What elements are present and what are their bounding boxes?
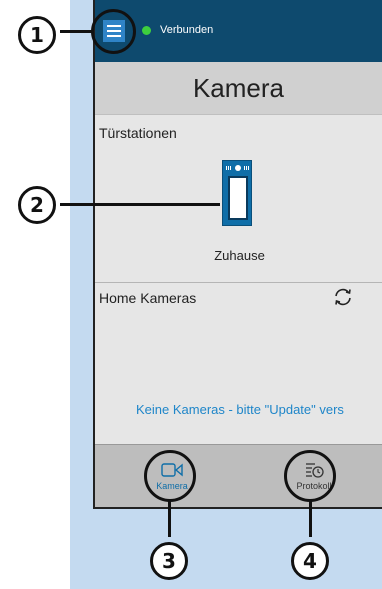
callout-4-line: [309, 501, 312, 537]
door-station-label[interactable]: Zuhause: [95, 248, 382, 263]
page-title: Kamera: [192, 72, 285, 103]
door-station-icon[interactable]: [222, 160, 252, 226]
callout-1: 1: [18, 16, 56, 54]
callout-3: 3: [150, 542, 188, 580]
home-cameras-heading: Home Kameras: [99, 290, 197, 306]
app-screen: Verbunden Kamera Türstationen Zuhause Ho…: [93, 0, 382, 509]
callout-3-line: [168, 501, 171, 537]
highlight-ring-menu: [91, 9, 136, 54]
door-stations-heading: Türstationen: [99, 125, 177, 141]
highlight-ring-protokoll: [284, 450, 336, 502]
status-bar: Verbunden: [95, 0, 382, 62]
page-header: Kamera: [95, 62, 382, 115]
callout-4: 4: [291, 542, 329, 580]
highlight-ring-kamera: [144, 450, 196, 502]
no-cameras-message: Keine Kameras - bitte "Update" vers: [136, 402, 344, 417]
camera-lens-icon: [235, 165, 241, 171]
connection-status-text: Verbunden: [160, 24, 214, 36]
refresh-icon[interactable]: [333, 287, 353, 307]
callout-2: 2: [18, 186, 56, 224]
callout-2-line: [60, 203, 220, 206]
connection-status-icon: [142, 26, 151, 35]
bottom-nav: Kamera Protokoll: [95, 444, 382, 507]
callout-1-line: [60, 30, 92, 33]
section-divider: [95, 282, 382, 283]
